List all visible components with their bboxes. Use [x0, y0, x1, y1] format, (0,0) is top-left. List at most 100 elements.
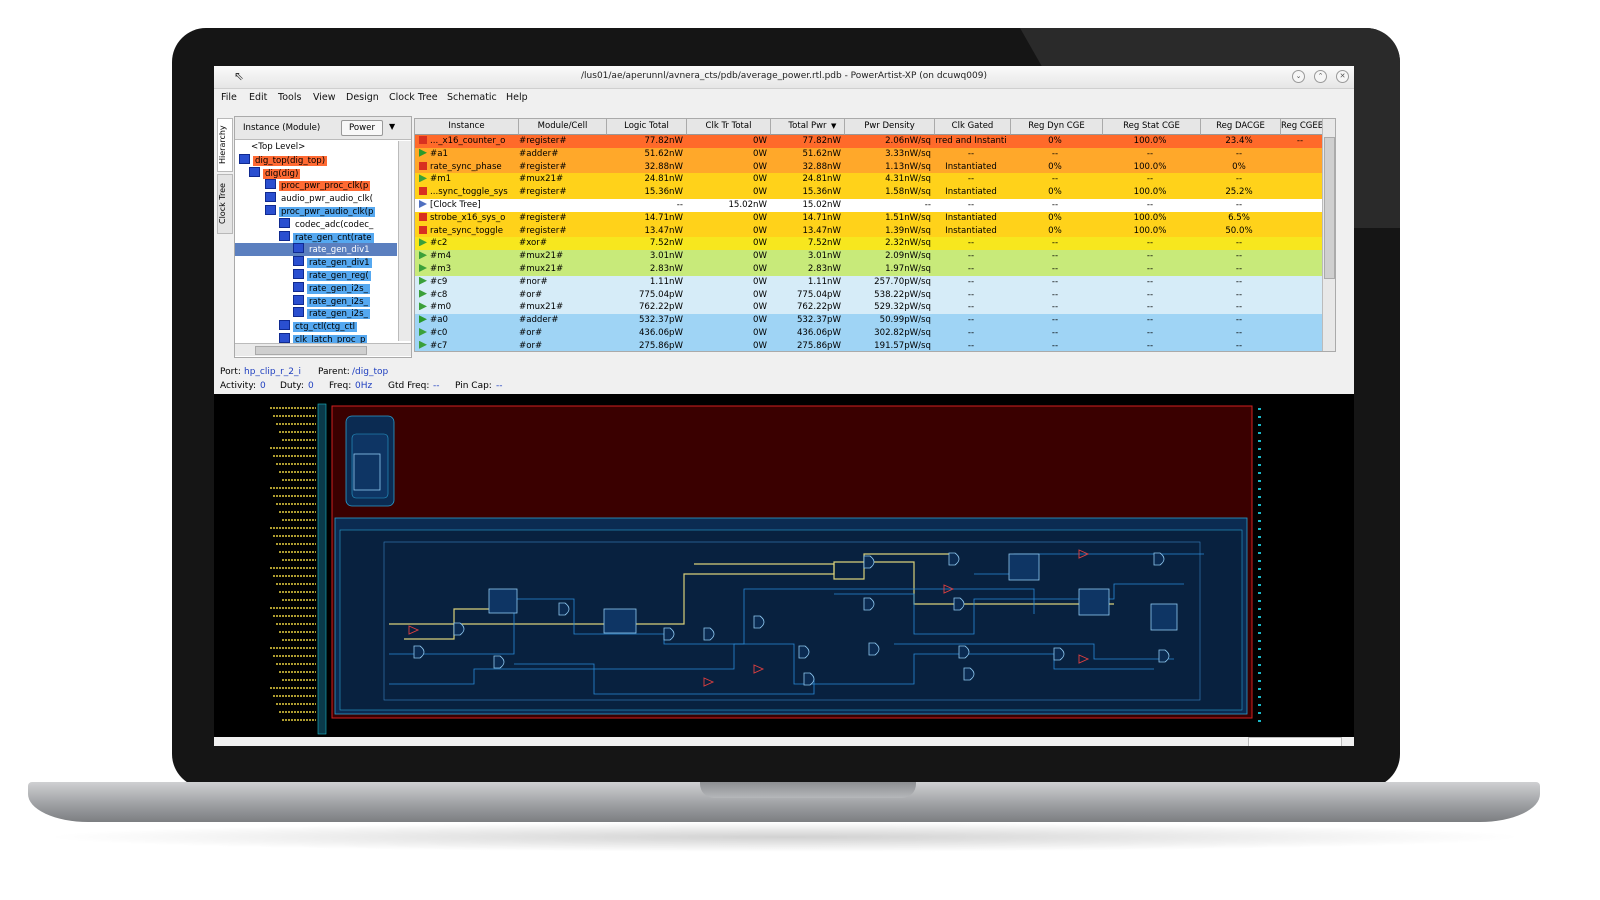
tree-item[interactable]: dig(dig)	[235, 166, 397, 180]
column-header[interactable]: Clk Gated	[935, 119, 1011, 135]
logic-gate[interactable]	[703, 627, 715, 641]
menu-design[interactable]: Design	[346, 92, 379, 103]
output-pin[interactable]	[1258, 576, 1261, 578]
menu-tools[interactable]: Tools	[278, 92, 301, 103]
tree-item[interactable]: rate_gen_div1	[235, 243, 397, 257]
logic-gate[interactable]	[1153, 552, 1165, 566]
table-row[interactable]: strobe_x16_sys_o #register# 14.71nW 0W 14.71…	[415, 211, 1335, 225]
close-button[interactable]: ✕	[1336, 70, 1349, 83]
sort-descending-icon[interactable]: ▼	[831, 122, 836, 130]
hierarchy-vscroll[interactable]	[398, 141, 411, 341]
register-cell[interactable]	[353, 453, 381, 491]
table-row[interactable]: rate_sync_phase #register# 32.88nW 0W 32.88n…	[415, 160, 1335, 174]
tree-item[interactable]: rate_gen_i2s_	[235, 294, 397, 308]
column-header[interactable]: Reg Stat CGE	[1103, 119, 1201, 135]
minimize-button[interactable]: ⌄	[1292, 70, 1305, 83]
output-pin[interactable]	[1258, 712, 1261, 714]
output-pin[interactable]	[1258, 672, 1261, 674]
output-pin[interactable]	[1258, 584, 1261, 586]
table-row[interactable]: #c0 #or# 436.06pW 0W 436.06pW 302.82pW/sq -- --…	[415, 327, 1335, 340]
output-pin[interactable]	[1258, 488, 1261, 490]
output-pin[interactable]	[1258, 424, 1261, 426]
tree-item[interactable]: codec_adc(codec_	[235, 217, 397, 231]
output-pin[interactable]	[1258, 544, 1261, 546]
hierarchy-hscroll[interactable]	[235, 343, 411, 356]
table-row[interactable]: #a0 #adder# 532.37pW 0W 532.37pW 50.99pW/sq --…	[415, 314, 1335, 327]
logic-gate[interactable]	[798, 645, 810, 659]
table-vscroll[interactable]	[1322, 119, 1335, 351]
menu-schematic[interactable]: Schematic	[447, 92, 497, 103]
menu-clock-tree[interactable]: Clock Tree	[389, 92, 438, 103]
output-pin[interactable]	[1258, 704, 1261, 706]
output-pin[interactable]	[1258, 648, 1261, 650]
table-row[interactable]: #c2 #xor# 7.52nW 0W 7.52nW 2.32nW/sq -- -- -- --	[415, 237, 1335, 251]
tree-item[interactable]: dig_top(dig_top)	[235, 153, 397, 167]
table-row[interactable]: ..._x16_counter_o #register# 77.82nW 0W 77.8…	[415, 135, 1335, 148]
output-pin[interactable]	[1258, 448, 1261, 450]
tree-item[interactable]: <Top Level>	[235, 141, 397, 154]
tree-item[interactable]: proc_pwr_audio_clk(p	[235, 205, 397, 218]
tree-item[interactable]: rate_gen_div1	[235, 256, 397, 269]
tree-item[interactable]: rate_gen_cnt(rate	[235, 230, 397, 244]
tab-clock-tree[interactable]: Clock Tree	[217, 174, 233, 234]
output-pin[interactable]	[1258, 632, 1261, 634]
output-pin[interactable]	[1258, 416, 1261, 418]
chevron-down-icon[interactable]: ▼	[389, 122, 395, 131]
logic-gate[interactable]	[753, 615, 765, 629]
output-pin[interactable]	[1258, 528, 1261, 530]
logic-gate[interactable]	[863, 555, 875, 569]
logic-gate[interactable]	[413, 645, 425, 659]
output-pin[interactable]	[1258, 440, 1261, 442]
table-row[interactable]: #m0 #mux21# 762.22pW 0W 762.22pW 529.32pW/sq -…	[415, 301, 1335, 315]
port-value[interactable]: hp_clip_r_2_i	[244, 367, 301, 377]
output-pin[interactable]	[1258, 592, 1261, 594]
column-header[interactable]: Module/Cell	[519, 119, 607, 135]
logic-gate[interactable]	[953, 597, 965, 611]
output-pin[interactable]	[1258, 640, 1261, 642]
parent-value[interactable]: /dig_top	[352, 367, 388, 377]
table-row[interactable]: #m4 #mux21# 3.01nW 0W 3.01nW 2.09nW/sq -- -- -- -…	[415, 250, 1335, 263]
output-pin[interactable]	[1258, 680, 1261, 682]
output-pin[interactable]	[1258, 512, 1261, 514]
output-pin[interactable]	[1258, 560, 1261, 562]
metric-dropdown[interactable]: Power	[341, 120, 383, 136]
output-pin[interactable]	[1258, 496, 1261, 498]
table-row[interactable]: [Clock Tree] -- 15.02nW 15.02nW -- -- -- -- --	[415, 199, 1335, 212]
tree-item[interactable]: audio_pwr_audio_clk(	[235, 192, 397, 205]
column-header[interactable]: Instance	[415, 119, 519, 135]
logic-gate[interactable]	[963, 667, 975, 681]
column-header[interactable]: Reg DACGE	[1201, 119, 1281, 135]
output-pin[interactable]	[1258, 456, 1261, 458]
tree-item[interactable]: rate_gen_i2s_	[235, 281, 397, 295]
table-row[interactable]: ...sync_toggle_sys #register# 15.36nW 0W 15.…	[415, 186, 1335, 199]
output-pin[interactable]	[1258, 536, 1261, 538]
logic-gate[interactable]	[663, 627, 675, 641]
output-pin[interactable]	[1258, 608, 1261, 610]
logic-gate[interactable]	[558, 602, 570, 616]
output-pin[interactable]	[1258, 624, 1261, 626]
output-pin[interactable]	[1258, 408, 1261, 410]
menu-help[interactable]: Help	[506, 92, 528, 103]
output-pin[interactable]	[1258, 568, 1261, 570]
schematic-view[interactable]	[214, 394, 1354, 737]
tree-item[interactable]: rate_gen_reg(	[235, 269, 397, 282]
logic-gate[interactable]	[1053, 647, 1065, 661]
logic-gate[interactable]	[1158, 649, 1170, 663]
submodule-rate-gen[interactable]	[339, 529, 1243, 711]
maximize-button[interactable]: ⌃	[1314, 70, 1327, 83]
output-pin[interactable]	[1258, 472, 1261, 474]
output-pin[interactable]	[1258, 696, 1261, 698]
output-pin[interactable]	[1258, 688, 1261, 690]
tree-item[interactable]: ctg_ctl(ctg_ctl	[235, 320, 397, 333]
column-header[interactable]: Pwr Density	[845, 119, 935, 135]
output-pin[interactable]	[1258, 720, 1261, 722]
column-header[interactable]: Clk Tr Total	[687, 119, 771, 135]
tree-item[interactable]: rate_gen_i2s_	[235, 307, 397, 320]
output-pin[interactable]	[1258, 616, 1261, 618]
menu-view[interactable]: View	[313, 92, 336, 103]
table-row[interactable]: #a1 #adder# 51.62nW 0W 51.62nW 3.33nW/sq -- -- -…	[415, 147, 1335, 161]
register-cell[interactable]	[603, 608, 637, 634]
table-row[interactable]: #m1 #mux21# 24.81nW 0W 24.81nW 4.31nW/sq -- -- -…	[415, 173, 1335, 187]
logic-gate[interactable]	[948, 552, 960, 566]
output-pin[interactable]	[1258, 520, 1261, 522]
